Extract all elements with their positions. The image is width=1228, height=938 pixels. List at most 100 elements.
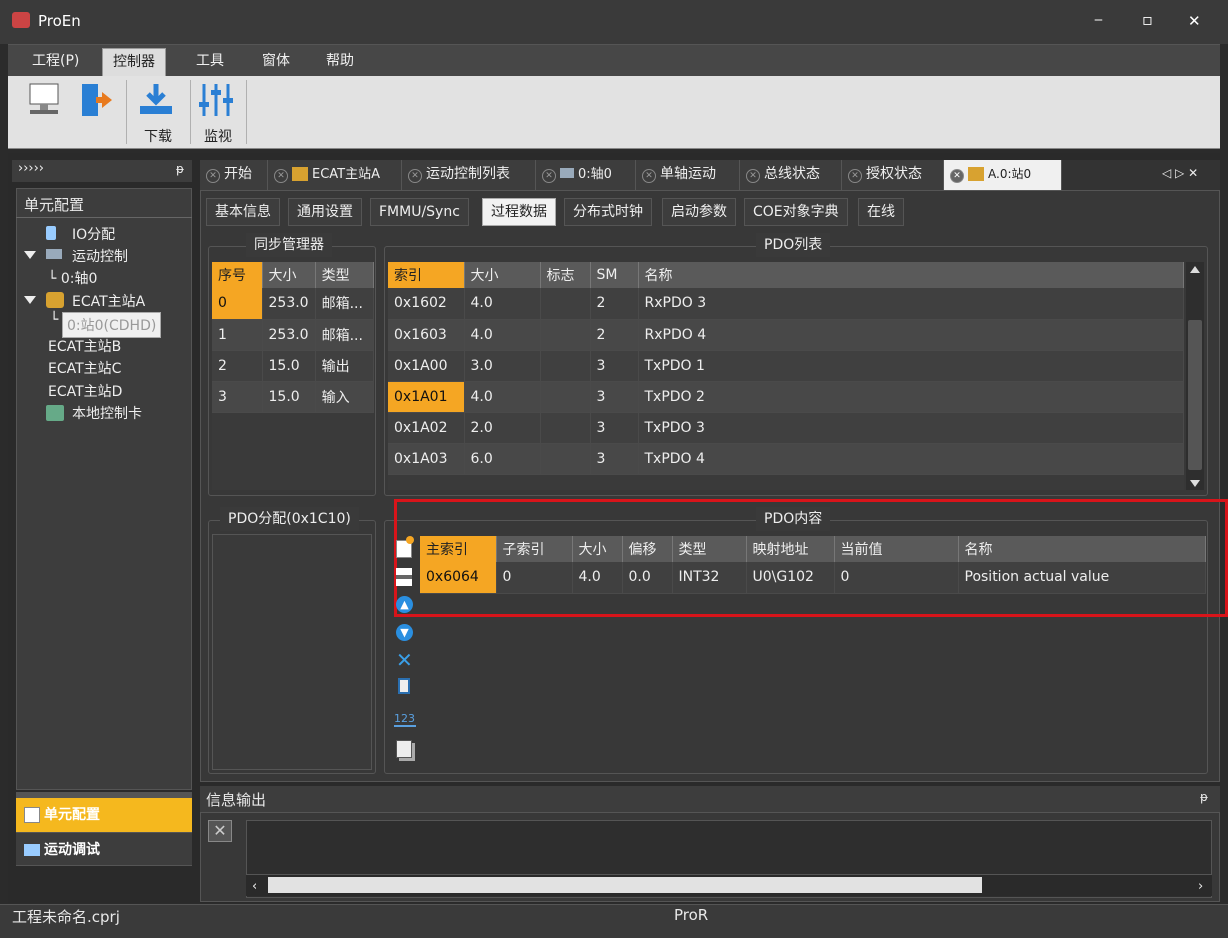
pin-icon[interactable]: ᵽ xyxy=(176,162,184,176)
tree-item-ecat-a[interactable]: ECAT主站A xyxy=(72,291,145,311)
scroll-down-icon[interactable] xyxy=(1190,480,1200,487)
column-header[interactable]: 类型 xyxy=(315,262,374,288)
monitor-icon[interactable] xyxy=(196,80,240,124)
pdo-list-legend: PDO列表 xyxy=(756,233,831,257)
close-icon[interactable]: ✕ xyxy=(848,169,862,183)
tree-item-ecat-d[interactable]: ECAT主站D xyxy=(48,381,122,401)
close-icon[interactable]: ✕ xyxy=(542,169,556,183)
tree-item-axis0[interactable]: └ 0:轴0 xyxy=(48,268,97,288)
tree-item-local-card[interactable]: 本地控制卡 xyxy=(72,403,142,423)
tab-axis0[interactable]: ✕ 0:轴0 xyxy=(536,160,636,190)
menu-project[interactable]: 工程(P) xyxy=(22,48,89,76)
tab-motion-list[interactable]: ✕ 运动控制列表 xyxy=(402,160,536,190)
scroll-up-icon[interactable] xyxy=(1190,266,1200,273)
maximize-button[interactable]: ▫ xyxy=(1142,10,1162,29)
close-icon[interactable]: ✕ xyxy=(274,169,288,183)
close-button[interactable]: ✕ xyxy=(1188,12,1208,30)
column-header[interactable]: 映射地址 xyxy=(746,536,835,562)
tab-nav-controls[interactable]: ◁ ▷ ✕ xyxy=(1162,166,1198,180)
subtab-startup[interactable]: 启动参数 xyxy=(662,198,736,226)
tab-ecat-a[interactable]: ✕ ECAT主站A xyxy=(268,160,402,190)
scroll-thumb[interactable] xyxy=(1188,320,1202,470)
table-row[interactable]: 1 253.0 邮箱... xyxy=(212,319,374,351)
exit-icon[interactable] xyxy=(76,80,120,124)
menu-help[interactable]: 帮助 xyxy=(316,48,364,76)
subtab-dc[interactable]: 分布式时钟 xyxy=(564,198,652,226)
computer-icon[interactable] xyxy=(24,80,68,124)
column-header[interactable]: 偏移 xyxy=(622,536,673,562)
close-icon[interactable]: ✕ xyxy=(408,169,422,183)
monitor-label[interactable]: 监视 xyxy=(204,126,232,146)
expand-arrow-icon[interactable] xyxy=(24,251,36,259)
tree-item-ecat-c[interactable]: ECAT主站C xyxy=(48,358,121,378)
scroll-left-icon[interactable]: ‹ xyxy=(252,879,257,894)
table-row[interactable]: 0x1A03 6.0 3 TxPDO 4 xyxy=(388,443,1184,475)
tab-single-axis[interactable]: ✕ 单轴运动 xyxy=(636,160,740,190)
copy-icon[interactable] xyxy=(396,740,412,758)
tab-station0[interactable]: ✕ A.0:站0 xyxy=(944,160,1062,190)
table-row[interactable]: 0x1A01 4.0 3 TxPDO 2 xyxy=(388,381,1184,413)
column-header[interactable]: 名称 xyxy=(638,262,1184,288)
scroll-thumb[interactable] xyxy=(268,877,982,893)
table-row[interactable]: 0x1A00 3.0 3 TxPDO 1 xyxy=(388,350,1184,382)
subtab-online[interactable]: 在线 xyxy=(858,198,904,226)
column-header[interactable]: 大小 xyxy=(464,262,541,288)
menu-controller[interactable]: 控制器 xyxy=(102,48,166,76)
column-header[interactable]: 主索引 xyxy=(420,536,497,562)
table-row[interactable]: 3 15.0 输入 xyxy=(212,381,374,413)
table-row[interactable]: 2 15.0 输出 xyxy=(212,350,374,382)
table-row[interactable]: 0 253.0 邮箱... xyxy=(212,288,374,320)
tree-item-io[interactable]: IO分配 xyxy=(72,224,115,244)
list-icon[interactable] xyxy=(396,568,412,586)
clear-output-icon[interactable]: ✕ xyxy=(208,820,232,842)
close-icon[interactable]: ✕ xyxy=(206,169,220,183)
tab-label: 单轴运动 xyxy=(660,166,716,182)
column-header[interactable]: 序号 xyxy=(212,262,263,288)
tab-start[interactable]: ✕ 开始 xyxy=(200,160,268,190)
edit-icon[interactable] xyxy=(398,678,410,694)
tab-bus-status[interactable]: ✕ 总线状态 xyxy=(740,160,842,190)
table-row[interactable]: 0x1A02 2.0 3 TxPDO 3 xyxy=(388,412,1184,444)
column-header[interactable]: 标志 xyxy=(540,262,591,288)
scroll-right-icon[interactable]: › xyxy=(1198,879,1203,894)
subtab-coe[interactable]: COE对象字典 xyxy=(744,198,848,226)
table-row[interactable]: 0x1602 4.0 2 RxPDO 3 xyxy=(388,288,1184,320)
menu-tools[interactable]: 工具 xyxy=(186,48,234,76)
move-up-icon[interactable]: ▲ xyxy=(396,596,413,613)
close-icon[interactable]: ✕ xyxy=(950,169,964,183)
close-icon[interactable]: ✕ xyxy=(642,169,656,183)
tab-license-status[interactable]: ✕ 授权状态 xyxy=(842,160,944,190)
tree-item-motion[interactable]: 运动控制 xyxy=(72,246,128,266)
numbering-button[interactable]: 123 xyxy=(394,712,416,727)
expand-arrow-icon[interactable] xyxy=(24,296,36,304)
column-header[interactable]: 大小 xyxy=(572,536,623,562)
unit-config-button[interactable]: 单元配置 xyxy=(16,798,192,832)
move-down-icon[interactable]: ▼ xyxy=(396,624,413,641)
close-icon[interactable]: ✕ xyxy=(746,169,760,183)
delete-icon[interactable]: ✕ xyxy=(396,650,413,670)
column-header[interactable]: 类型 xyxy=(672,536,747,562)
menu-window[interactable]: 窗体 xyxy=(252,48,300,76)
download-icon[interactable] xyxy=(136,80,180,124)
table-row[interactable]: 0x1603 4.0 2 RxPDO 4 xyxy=(388,319,1184,351)
tree-item-station0[interactable]: 0:站0(CDHD) xyxy=(62,312,162,338)
column-header[interactable]: SM xyxy=(590,262,639,288)
tree-item-ecat-b[interactable]: ECAT主站B xyxy=(48,336,121,356)
column-header[interactable]: 子索引 xyxy=(496,536,573,562)
column-header[interactable]: 索引 xyxy=(388,262,465,288)
subtab-general[interactable]: 通用设置 xyxy=(288,198,362,226)
pdo-assign-list[interactable] xyxy=(212,534,372,770)
column-header[interactable]: 大小 xyxy=(262,262,316,288)
motion-debug-button[interactable]: 运动调试 xyxy=(16,832,192,866)
pin-icon[interactable]: ᵽ xyxy=(1200,790,1208,804)
subtab-fmmu-sync[interactable]: FMMU/Sync xyxy=(370,198,469,226)
download-label[interactable]: 下载 xyxy=(144,126,172,146)
column-header[interactable]: 名称 xyxy=(958,536,1206,562)
pdo-content-table: 主索引 子索引 大小 偏移 类型 映射地址 当前值 名称 0x6064 0 4.0 0.0 INT32… xyxy=(420,536,1206,594)
subtab-process-data[interactable]: 过程数据 xyxy=(482,198,556,226)
minimize-button[interactable]: ‒ xyxy=(1094,12,1114,28)
subtab-basic-info[interactable]: 基本信息 xyxy=(206,198,280,226)
left-panel-collapse[interactable]: ››››› xyxy=(18,161,44,176)
table-row[interactable]: 0x6064 0 4.0 0.0 INT32 U0\G102 0 Position actua… xyxy=(420,562,1206,594)
column-header[interactable]: 当前值 xyxy=(834,536,959,562)
